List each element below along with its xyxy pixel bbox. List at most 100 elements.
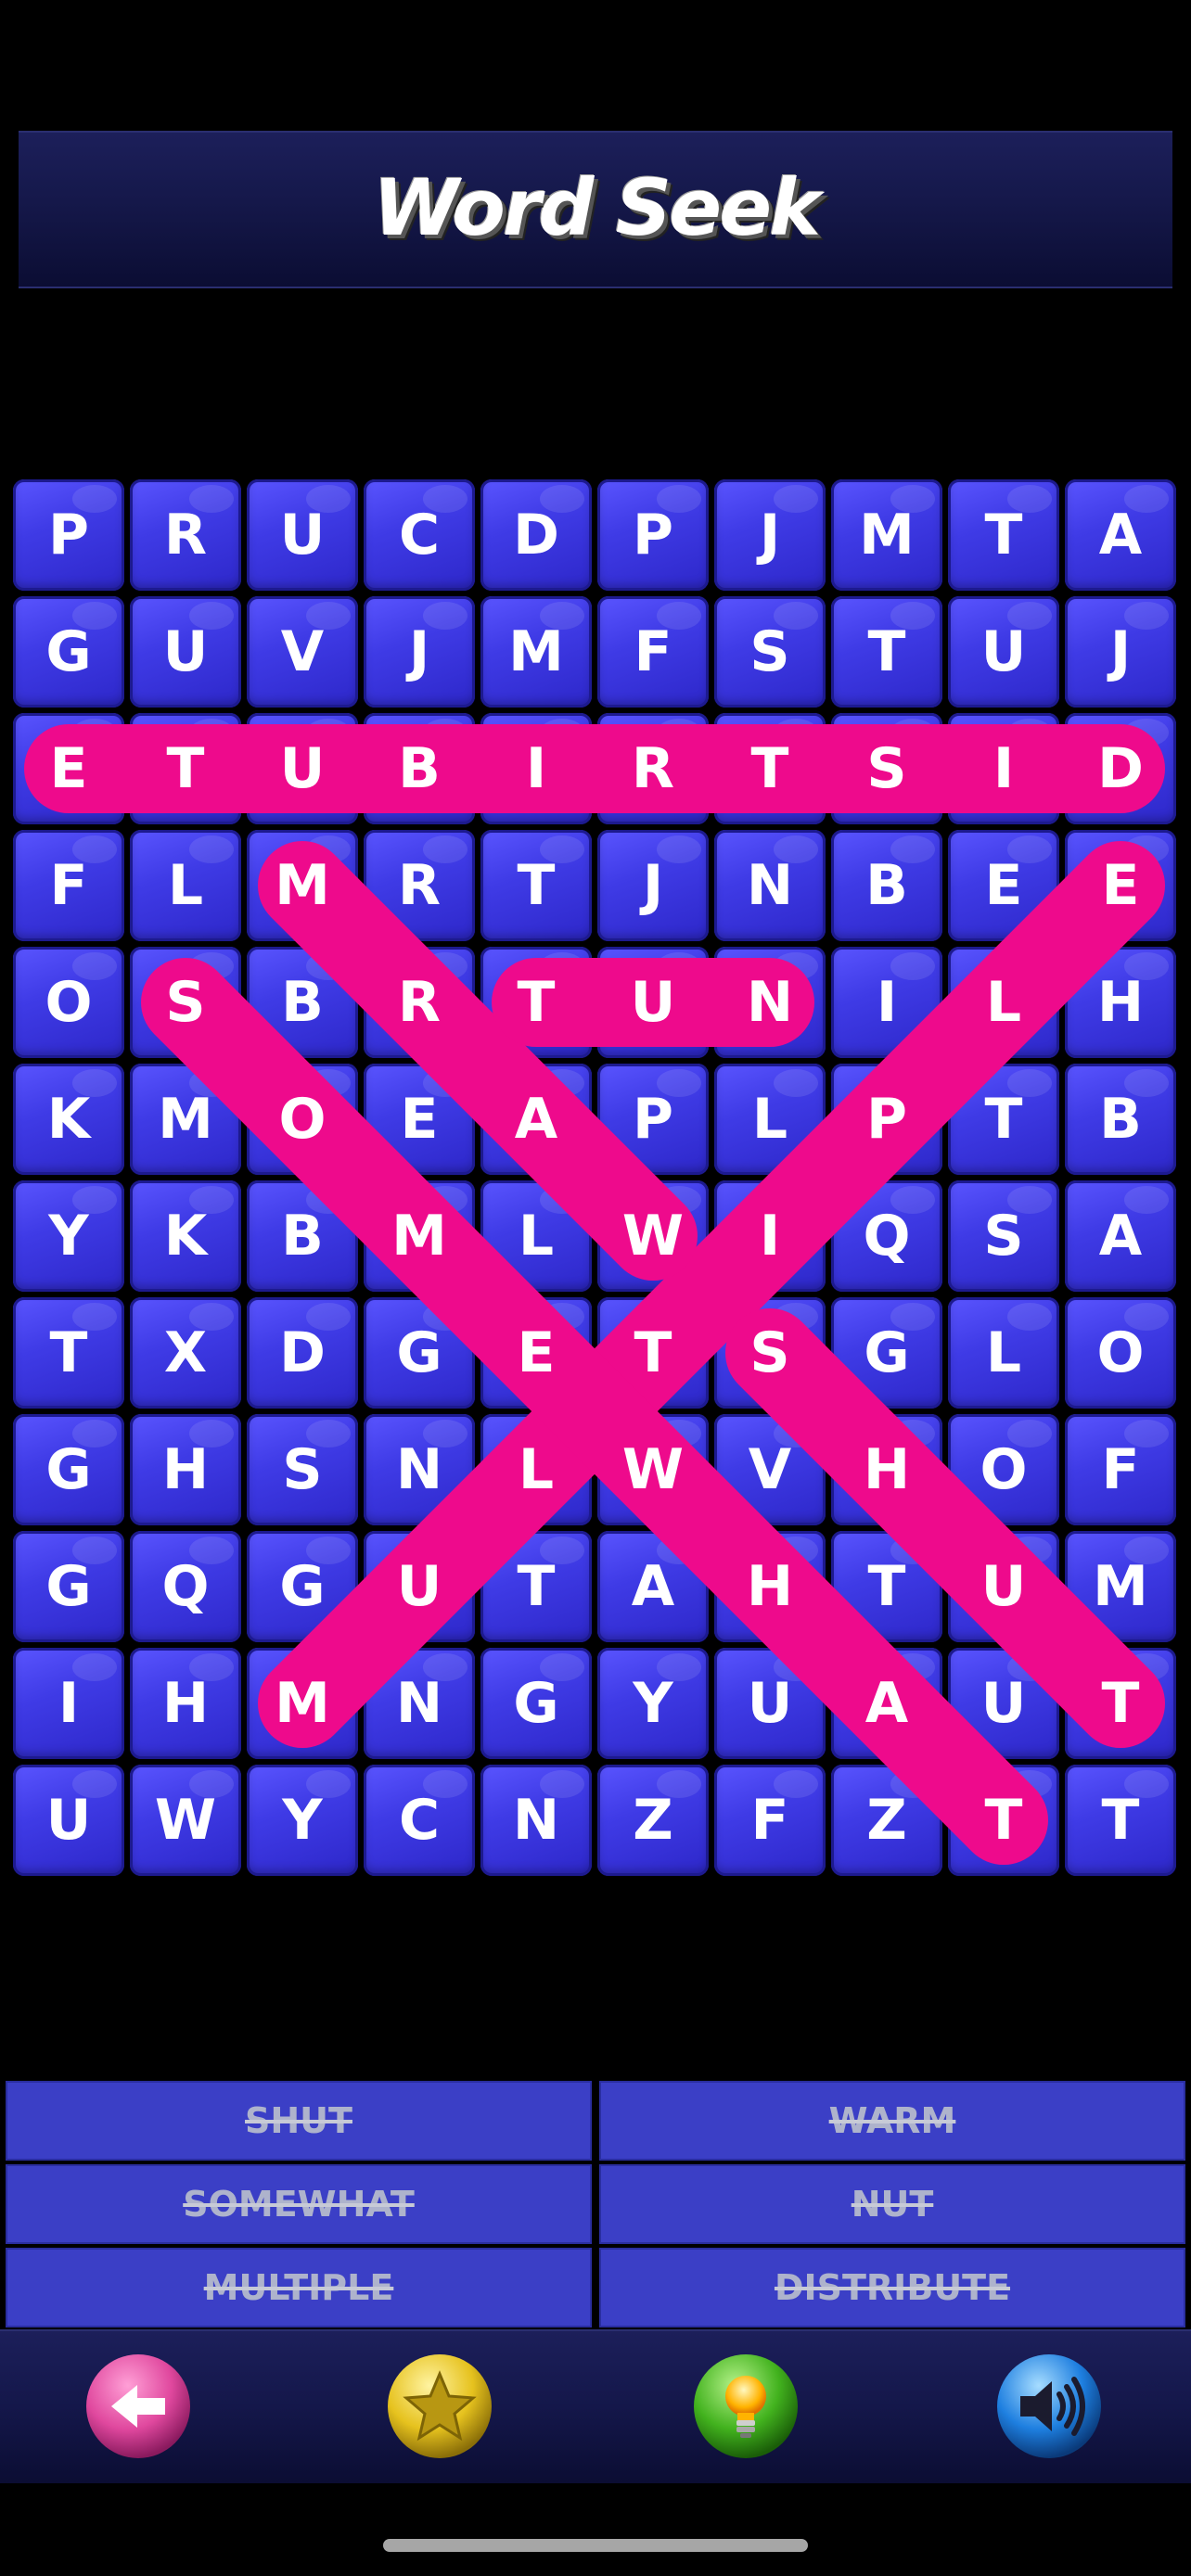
grid-cell[interactable]: T (1065, 1765, 1176, 1876)
grid-cell[interactable]: Y (13, 1180, 124, 1292)
grid-cell[interactable]: E (480, 1297, 592, 1409)
grid-cell[interactable]: L (948, 947, 1059, 1058)
grid-cell[interactable]: A (1065, 1180, 1176, 1292)
grid-cell[interactable]: G (480, 1648, 592, 1759)
grid-cell[interactable]: N (364, 1414, 475, 1525)
grid-cell[interactable]: Y (597, 1648, 709, 1759)
grid-cell[interactable]: D (247, 1297, 358, 1409)
grid-cell[interactable]: J (714, 479, 826, 591)
grid-cell[interactable]: W (130, 1765, 241, 1876)
grid-cell[interactable]: W (597, 1414, 709, 1525)
grid-cell[interactable]: T (831, 596, 942, 708)
grid-cell[interactable]: E (1065, 830, 1176, 941)
grid-cell[interactable]: M (480, 596, 592, 708)
back-button[interactable] (83, 2352, 193, 2461)
grid-cell[interactable]: A (480, 1064, 592, 1175)
grid-cell[interactable]: B (364, 713, 475, 824)
letter-grid[interactable]: PRUCDPJMTAGUVJMFSTUJETUBIRTSIDFLMRTJNBEE… (13, 479, 1180, 1878)
grid-cell[interactable]: U (13, 1765, 124, 1876)
grid-cell[interactable]: S (831, 713, 942, 824)
grid-cell[interactable]: S (714, 1297, 826, 1409)
grid-cell[interactable]: P (597, 479, 709, 591)
grid-cell[interactable]: S (948, 1180, 1059, 1292)
grid-cell[interactable]: X (130, 1297, 241, 1409)
grid-cell[interactable]: R (364, 947, 475, 1058)
grid-cell[interactable]: G (13, 596, 124, 708)
grid-cell[interactable]: F (714, 1765, 826, 1876)
grid-cell[interactable]: T (130, 713, 241, 824)
grid-cell[interactable]: C (364, 479, 475, 591)
grid-cell[interactable]: E (13, 713, 124, 824)
grid-cell[interactable]: J (597, 830, 709, 941)
grid-cell[interactable]: M (364, 1180, 475, 1292)
grid-cell[interactable]: G (13, 1531, 124, 1642)
grid-cell[interactable]: D (1065, 713, 1176, 824)
grid-cell[interactable]: H (714, 1531, 826, 1642)
grid-cell[interactable]: M (247, 1648, 358, 1759)
grid-cell[interactable]: K (13, 1064, 124, 1175)
grid-cell[interactable]: C (364, 1765, 475, 1876)
grid-cell[interactable]: F (1065, 1414, 1176, 1525)
grid-cell[interactable]: V (247, 596, 358, 708)
grid-cell[interactable]: R (364, 830, 475, 941)
grid-cell[interactable]: I (831, 947, 942, 1058)
grid-cell[interactable]: H (130, 1414, 241, 1525)
grid-cell[interactable]: J (1065, 596, 1176, 708)
grid-cell[interactable]: T (480, 947, 592, 1058)
grid-cell[interactable]: I (948, 713, 1059, 824)
grid-cell[interactable]: E (948, 830, 1059, 941)
grid-cell[interactable]: U (948, 1531, 1059, 1642)
grid-cell[interactable]: B (247, 1180, 358, 1292)
hint-button[interactable] (691, 2352, 800, 2461)
grid-cell[interactable]: N (714, 947, 826, 1058)
grid-cell[interactable]: O (1065, 1297, 1176, 1409)
grid-cell[interactable]: T (1065, 1648, 1176, 1759)
grid-cell[interactable]: R (597, 713, 709, 824)
grid-cell[interactable]: K (130, 1180, 241, 1292)
sound-button[interactable] (994, 2352, 1104, 2461)
grid-cell[interactable]: B (1065, 1064, 1176, 1175)
grid-cell[interactable]: U (130, 596, 241, 708)
grid-cell[interactable]: G (364, 1297, 475, 1409)
grid-cell[interactable]: L (714, 1064, 826, 1175)
grid-cell[interactable]: F (597, 596, 709, 708)
grid-cell[interactable]: I (714, 1180, 826, 1292)
grid-cell[interactable]: T (13, 1297, 124, 1409)
grid-cell[interactable]: U (247, 479, 358, 591)
grid-cell[interactable]: Q (130, 1531, 241, 1642)
grid-cell[interactable]: T (480, 830, 592, 941)
grid-cell[interactable]: G (13, 1414, 124, 1525)
grid-cell[interactable]: J (364, 596, 475, 708)
grid-cell[interactable]: F (13, 830, 124, 941)
grid-cell[interactable]: T (597, 1297, 709, 1409)
grid-cell[interactable]: O (13, 947, 124, 1058)
grid-cell[interactable]: O (247, 1064, 358, 1175)
grid-cell[interactable]: U (597, 947, 709, 1058)
grid-cell[interactable]: H (1065, 947, 1176, 1058)
grid-cell[interactable]: Y (247, 1765, 358, 1876)
grid-cell[interactable]: N (714, 830, 826, 941)
grid-cell[interactable]: M (247, 830, 358, 941)
grid-cell[interactable]: V (714, 1414, 826, 1525)
grid-cell[interactable]: G (247, 1531, 358, 1642)
grid-cell[interactable]: P (831, 1064, 942, 1175)
grid-cell[interactable]: U (714, 1648, 826, 1759)
grid-cell[interactable]: M (831, 479, 942, 591)
grid-cell[interactable]: U (948, 596, 1059, 708)
grid-cell[interactable]: T (948, 479, 1059, 591)
grid-cell[interactable]: I (480, 713, 592, 824)
grid-cell[interactable]: U (948, 1648, 1059, 1759)
grid-cell[interactable]: T (714, 713, 826, 824)
grid-cell[interactable]: L (480, 1414, 592, 1525)
grid-cell[interactable]: N (480, 1765, 592, 1876)
grid-cell[interactable]: W (597, 1180, 709, 1292)
grid-cell[interactable]: D (480, 479, 592, 591)
grid-cell[interactable]: B (831, 830, 942, 941)
grid-cell[interactable]: P (597, 1064, 709, 1175)
grid-cell[interactable]: H (831, 1414, 942, 1525)
grid-cell[interactable]: E (364, 1064, 475, 1175)
grid-cell[interactable]: L (480, 1180, 592, 1292)
grid-cell[interactable]: O (948, 1414, 1059, 1525)
grid-cell[interactable]: T (948, 1064, 1059, 1175)
grid-cell[interactable]: L (130, 830, 241, 941)
